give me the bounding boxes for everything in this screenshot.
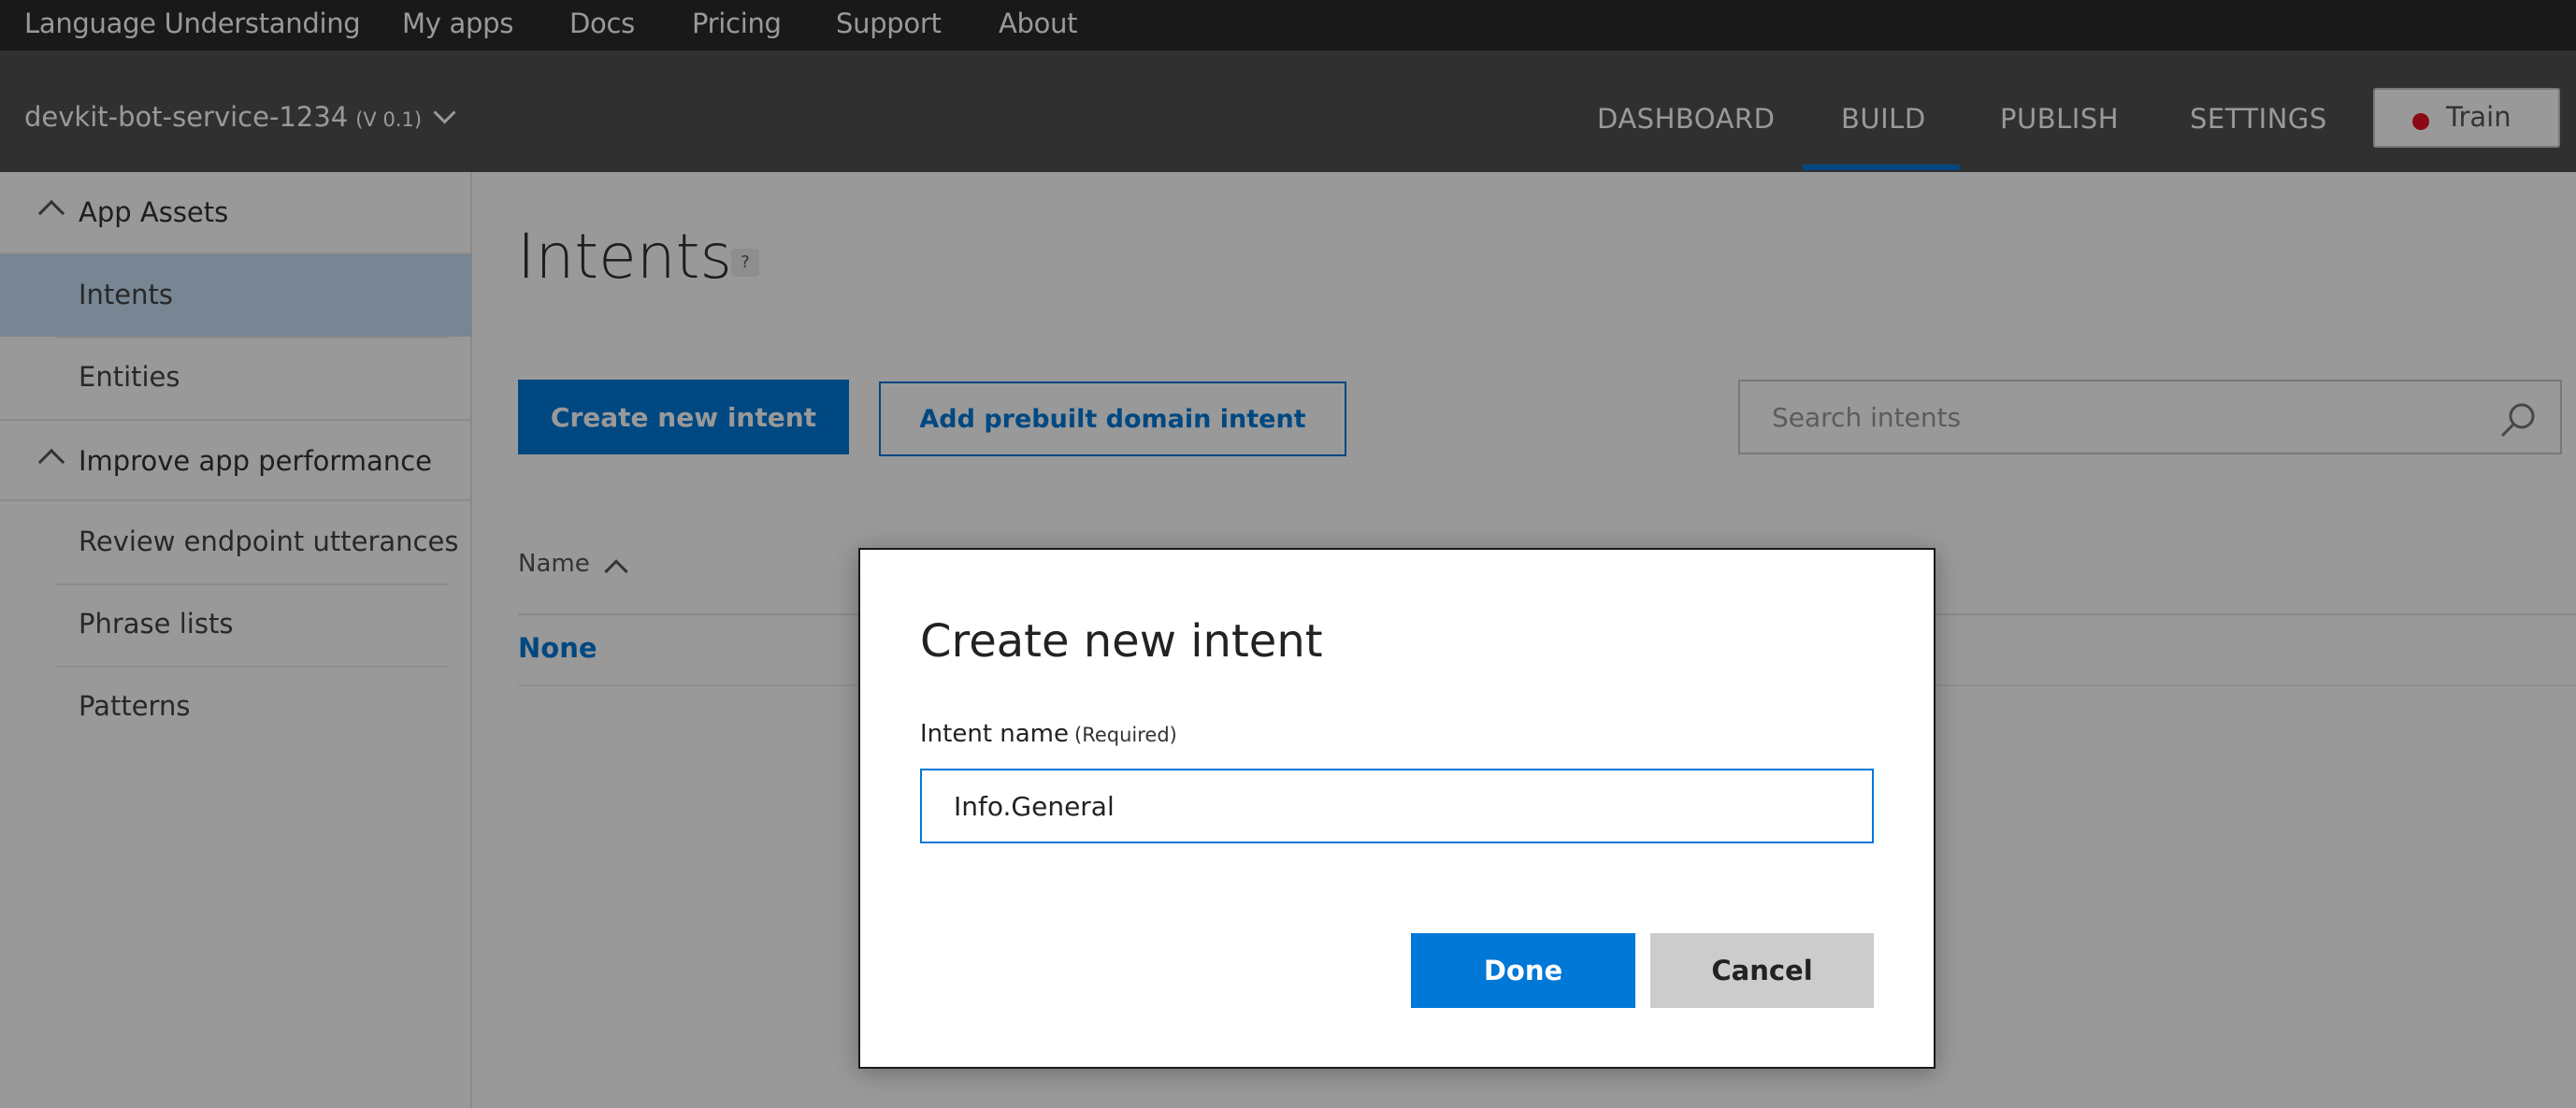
field-label-text: Intent name <box>920 720 1070 748</box>
create-intent-dialog: Create new intent Intent name (Required) … <box>858 548 1936 1069</box>
intent-name-input[interactable] <box>920 769 1874 843</box>
cancel-button[interactable]: Cancel <box>1650 933 1874 1008</box>
required-hint: (Required) <box>1074 724 1177 746</box>
done-button[interactable]: Done <box>1411 933 1635 1008</box>
dialog-title: Create new intent <box>920 615 1323 668</box>
intent-name-label: Intent name (Required) <box>920 720 1177 748</box>
